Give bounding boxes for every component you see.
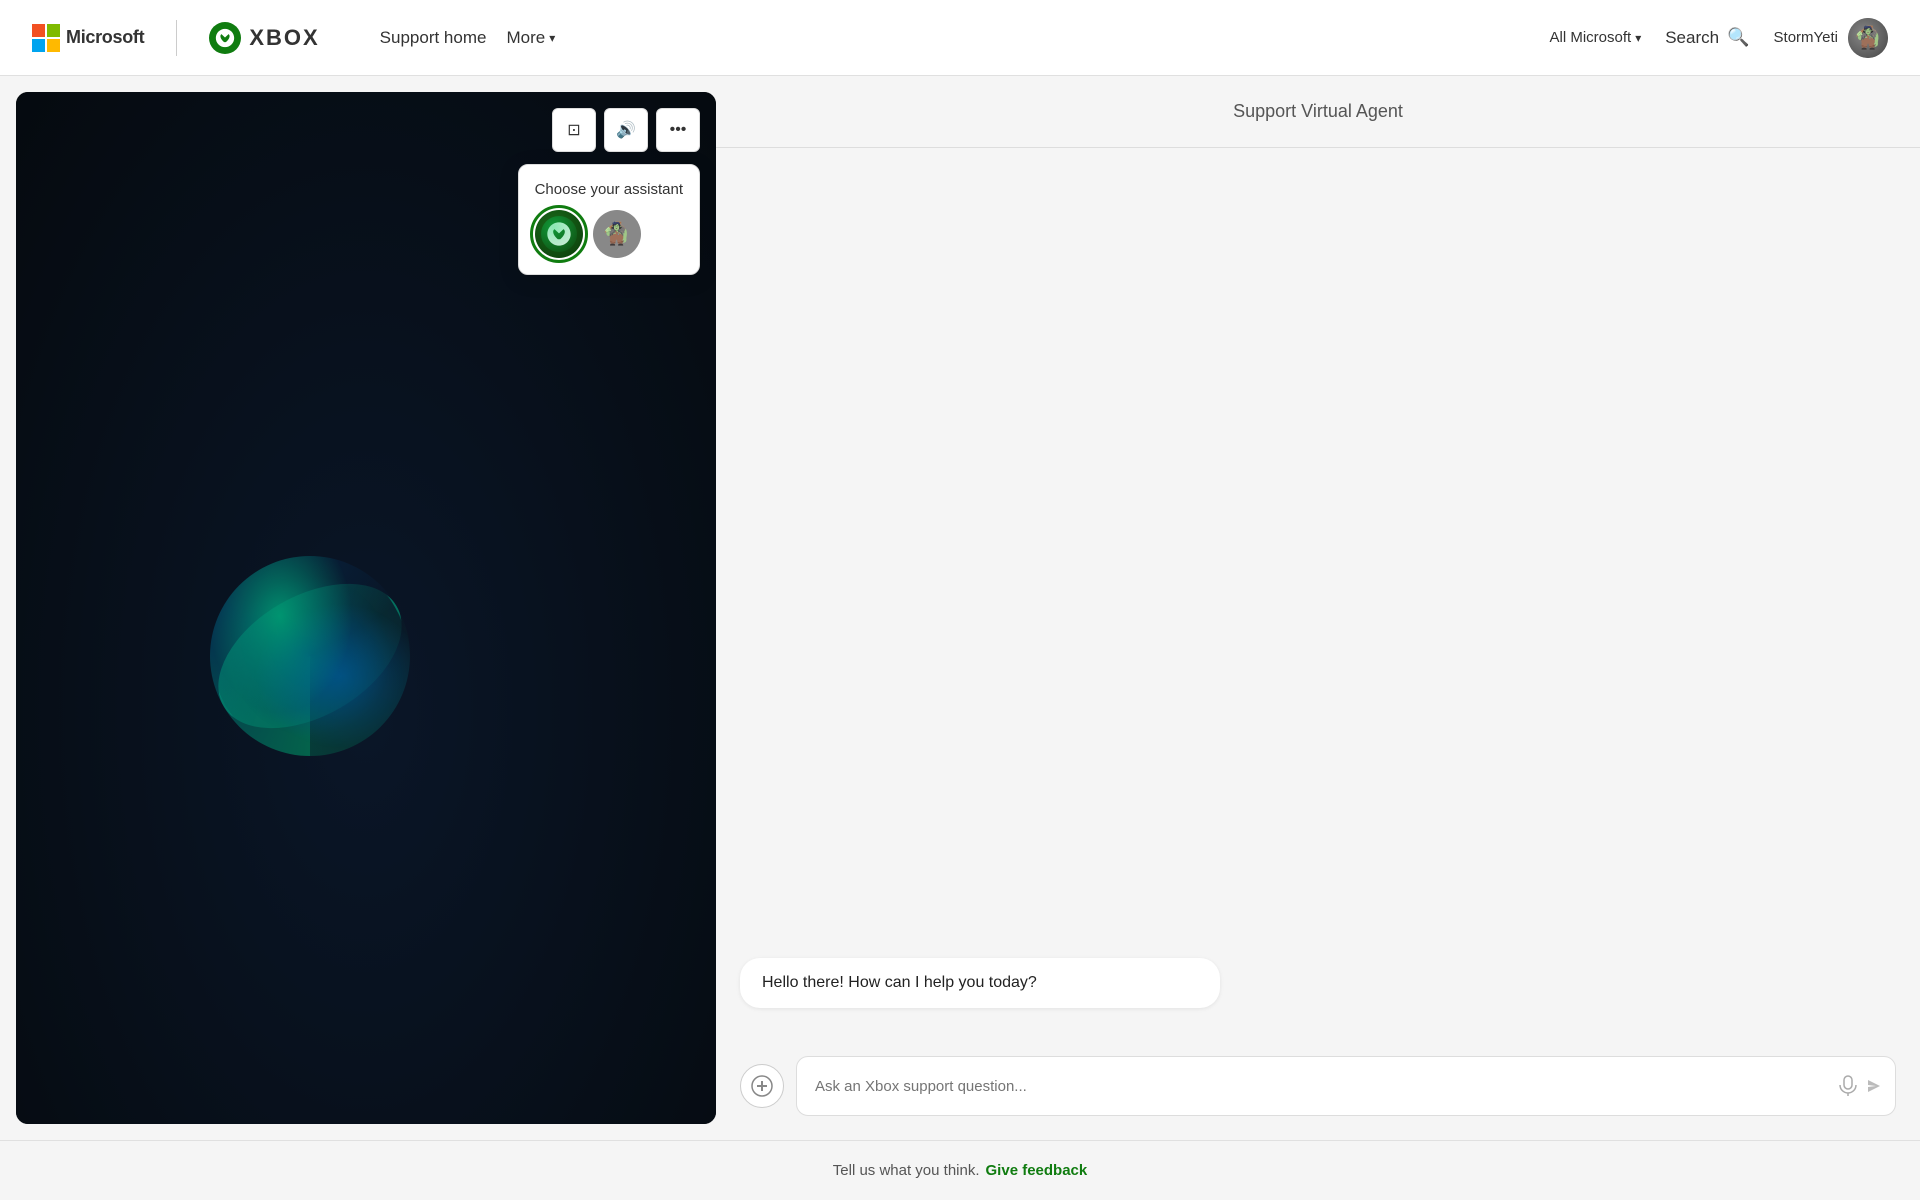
more-chevron-icon: ▾	[549, 31, 555, 45]
xbox-brand: XBOX	[209, 22, 319, 54]
search-button[interactable]: Search 🔍	[1665, 27, 1749, 48]
orb	[190, 536, 430, 776]
microphone-icon	[1839, 1075, 1857, 1097]
header-left: Microsoft XBOX Support home More ▾	[32, 20, 1550, 56]
chat-input-container	[796, 1056, 1896, 1116]
yeti-assistant-avatar: 🧌	[593, 210, 641, 258]
orb-inner	[210, 556, 410, 756]
volume-icon: 🔊	[616, 120, 636, 140]
more-dots-icon: •••	[670, 121, 687, 139]
header-divider	[176, 20, 177, 56]
right-panel: Support Virtual Agent Hello there! How c…	[716, 76, 1920, 1140]
chat-input-area	[716, 1056, 1920, 1140]
main-content: ⊡ 🔊 ••• Choose your assistant	[0, 76, 1920, 1140]
resize-control-button[interactable]: ⊡	[552, 108, 596, 152]
username-label: StormYeti	[1774, 29, 1838, 46]
animation-area: ⊡ 🔊 ••• Choose your assistant	[16, 92, 716, 1124]
footer-text: Tell us what you think.	[833, 1162, 980, 1179]
assistant-options: 🧌	[535, 210, 683, 258]
main-nav: Support home More ▾	[368, 20, 556, 56]
chat-input-actions	[1839, 1075, 1883, 1097]
microphone-button[interactable]	[1839, 1075, 1857, 1097]
chat-header-title: Support Virtual Agent	[1233, 101, 1403, 122]
greeting-text: Hello there! How can I help you today?	[762, 974, 1037, 991]
search-label: Search	[1665, 28, 1719, 48]
more-control-button[interactable]: •••	[656, 108, 700, 152]
user-section[interactable]: StormYeti 🧌	[1774, 18, 1888, 58]
xbox-svg	[214, 27, 236, 49]
search-icon: 🔍	[1727, 27, 1749, 48]
assistant-chooser-popup: Choose your assistant 🧌	[518, 164, 700, 275]
all-microsoft-label: All Microsoft	[1550, 29, 1632, 46]
microsoft-logo[interactable]: Microsoft	[32, 24, 144, 52]
header-right: All Microsoft ▾ Search 🔍 StormYeti 🧌	[1550, 18, 1889, 58]
xbox-assistant-icon	[545, 220, 573, 248]
more-menu[interactable]: More ▾	[506, 28, 555, 48]
more-label: More	[506, 28, 545, 48]
support-home-link[interactable]: Support home	[368, 20, 499, 56]
choose-assistant-title: Choose your assistant	[535, 181, 683, 198]
left-panel: ⊡ 🔊 ••• Choose your assistant	[16, 92, 716, 1124]
yeti-assistant-option[interactable]: 🧌	[593, 210, 641, 258]
xbox-assistant-avatar	[535, 210, 583, 258]
main-header: Microsoft XBOX Support home More ▾ All M…	[0, 0, 1920, 76]
add-icon	[751, 1075, 773, 1097]
page-footer: Tell us what you think. Give feedback	[0, 1140, 1920, 1200]
chat-input-field[interactable]	[815, 1078, 1835, 1095]
user-avatar: 🧌	[1848, 18, 1888, 58]
chat-body: Hello there! How can I help you today?	[716, 148, 1920, 1056]
avatar-image: 🧌	[1848, 18, 1888, 58]
orb-container	[190, 536, 430, 776]
send-icon	[1865, 1077, 1883, 1095]
volume-control-button[interactable]: 🔊	[604, 108, 648, 152]
video-controls: ⊡ 🔊 •••	[552, 108, 700, 152]
xbox-label: XBOX	[249, 25, 319, 51]
chat-greeting-bubble: Hello there! How can I help you today?	[740, 958, 1220, 1008]
send-button[interactable]	[1865, 1077, 1883, 1095]
microsoft-label: Microsoft	[66, 27, 144, 48]
all-microsoft-menu[interactable]: All Microsoft ▾	[1550, 29, 1642, 46]
microsoft-logo-grid	[32, 24, 60, 52]
chat-header: Support Virtual Agent	[716, 76, 1920, 148]
xbox-logo-icon	[209, 22, 241, 54]
add-attachment-button[interactable]	[740, 1064, 784, 1108]
feedback-link[interactable]: Give feedback	[986, 1162, 1088, 1179]
all-microsoft-chevron-icon: ▾	[1635, 31, 1641, 45]
xbox-assistant-option[interactable]	[535, 210, 583, 258]
resize-icon: ⊡	[567, 120, 580, 140]
